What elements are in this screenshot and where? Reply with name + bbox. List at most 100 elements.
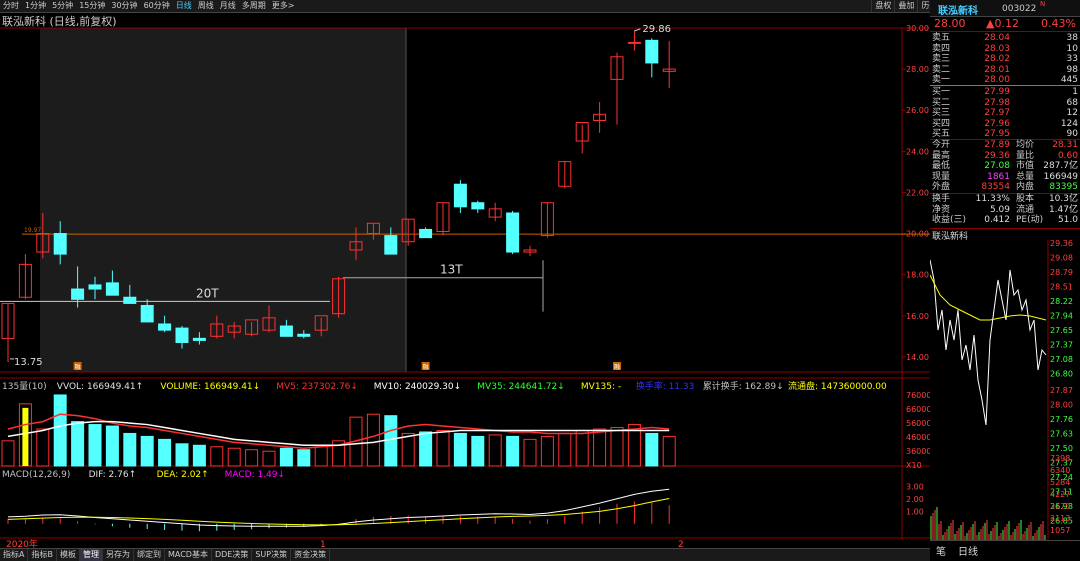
volume-bar [401,432,415,467]
stat-label: 均价 [1016,140,1035,150]
quote-stat-row: 外盘 83554 内盘 83395 [930,182,1080,193]
macd-axis-label: 1.00 [906,507,924,516]
indicator-tab-6[interactable]: MACD基本 [165,549,212,561]
indicator-tab-3[interactable]: 管理 [79,549,103,561]
candle-body [140,304,154,323]
volume-bar [436,429,450,467]
indicator-tab-1[interactable]: 指标B [28,549,57,561]
order-book-row: 买二 27.98 68 [930,98,1080,109]
candle-body [419,228,433,239]
volume-axis-label: 46000 [906,433,930,442]
intraday-axis-label: 27.65 [1050,326,1073,335]
volume-bar [175,443,189,467]
volume-indicator-value: MV5: 237302.76↓ [276,382,358,392]
volume-bar [88,424,102,467]
volume-bar [419,431,433,467]
indicator-tab-9[interactable]: 资金决策 [291,549,331,561]
price-axis-label: 16.00 [906,312,929,321]
intraday-axis-label: 27.76 [1050,415,1073,424]
candle-body [627,41,641,44]
order-book-price: 28.01 [984,64,1010,75]
stat-label: 内盘 [1016,182,1035,192]
macd-indicator-value: MACD(12,26,9) [2,470,70,480]
chart-title: 联泓新科 (日线,前复权) [2,15,117,28]
indicator-tab-8[interactable]: SUP决策 [252,549,292,561]
stat-label: 外盘 [932,182,951,192]
low-label: 13.75 [14,357,43,368]
quote-stat-row: 最高 29.36 量比 0.60 [930,151,1080,162]
price-change: ▲0.12 [986,17,1019,30]
order-book-volume: 12 [1066,108,1078,118]
volume-indicator-value: 换手率: 11.33 [636,380,695,392]
indicator-tab-5[interactable]: 绑定到 [134,549,165,561]
volume-axis-label: 56000 [906,419,930,428]
margin-marker-text: 融 [614,363,620,371]
candle-body [175,327,189,343]
stat-label: 净资 [932,204,951,215]
volume-bar [593,428,607,467]
volume-indicator-value: MV35: 244641.72↓ [477,382,564,392]
candle-body [158,323,172,331]
macd-indicator-value: DIF: 2.76↑ [89,470,137,480]
intraday-axis-label: 27.50 [1050,444,1073,453]
macd-line [7,498,670,526]
indicator-tab-7[interactable]: DDE决策 [212,549,253,561]
order-book-volume: 10 [1066,43,1078,54]
quote-stat-row: 今开 27.89 均价 28.31 [930,140,1080,151]
time-axis-label: 2020年 [6,538,38,548]
stat-value: 83395 [1049,182,1078,192]
quote-tab-0[interactable]: 笔 [930,541,952,560]
indicator-tab-0[interactable]: 指标A [0,549,29,561]
stat-label: 总量 [1016,171,1035,182]
volume-indicator-value: VOLUME: 166949.41↓ [160,382,260,392]
price-axis-label: 14.00 [906,353,929,362]
volume-bar [22,407,29,466]
order-book-row: 卖三 28.02 33 [930,54,1080,65]
price-axis-label: 26.00 [906,106,929,115]
stat-value: 287.7亿 [1043,161,1078,171]
candle-body [192,337,206,341]
candle-body [297,333,311,337]
intraday-axis-label: 27.37 [1050,341,1073,350]
volume-bar [366,413,380,467]
volume-bar [210,446,224,467]
price-axis-label: 30.00 [906,24,929,33]
high-label: 29.86 [642,24,671,35]
stat-label: 现量 [932,171,951,182]
stat-value: 5.09 [989,204,1010,215]
order-book-label: 卖二 [932,64,951,75]
volume-bar [645,432,659,467]
stock-name: 联泓新科 [938,6,978,17]
candle-body [453,183,467,208]
quote-stat-row: 现量 1861 总量 166949 [930,172,1080,183]
intraday-axis-label: 28.51 [1050,283,1073,292]
stat-value: 0.412 [984,215,1010,225]
volume-axis-label: X10 [906,461,922,470]
volume-indicator-value: MV10: 240029.30↓ [374,382,461,392]
stat-label: 最低 [932,161,951,171]
volume-bar [53,394,67,467]
volume-bar [488,434,502,467]
stat-label: 流通 [1016,204,1035,215]
volume-bar [192,444,206,467]
price-axis-label: 28.00 [906,65,929,74]
margin-marker-text: 融 [423,363,429,371]
quote-tab-1[interactable]: 日线 [952,541,984,560]
volume-bar [1,440,15,467]
order-book-price: 28.03 [984,43,1010,54]
indicator-tab-4[interactable]: 另存为 [103,549,134,561]
candle-body [506,212,520,253]
high-marker [634,28,641,32]
volume-indicator-value: 135量(10) [2,381,47,392]
intraday-axis-label: 27.87 [1050,386,1073,395]
volume-bar [384,415,398,467]
volume-bar [610,427,624,467]
quote-stat-row: 最低 27.08 市值 287.7亿 [930,161,1080,172]
stat-label: 最高 [932,150,951,161]
time-axis-label: 1 [320,540,326,548]
indicator-tab-2[interactable]: 模板 [57,549,80,561]
volume-axis-label: 36000 [906,447,930,456]
stat-value: 83554 [981,182,1010,192]
stock-code: 003022 [1002,4,1037,14]
volume-bar [158,438,172,467]
